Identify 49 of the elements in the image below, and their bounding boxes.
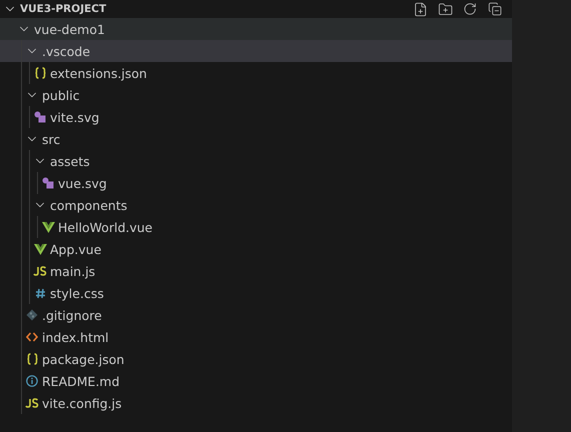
file-name: main.js (50, 264, 96, 278)
file-name: HelloWorld.vue (58, 220, 152, 234)
braces-icon (34, 67, 46, 79)
file-name: package.json (42, 352, 124, 366)
vue-icon (34, 244, 46, 254)
file-name: .gitignore (42, 308, 102, 322)
file-name: style.css (50, 286, 104, 300)
folder-name: assets (50, 154, 90, 168)
image-icon (42, 177, 54, 189)
file-name: vue.svg (58, 176, 107, 190)
file-row[interactable]: .gitignore (0, 304, 512, 326)
file-name: App.vue (50, 242, 102, 256)
file-row[interactable]: vite.svg (0, 106, 512, 128)
hash-icon (34, 288, 46, 298)
js-icon (33, 266, 47, 276)
file-row[interactable]: HelloWorld.vue (0, 216, 512, 238)
file-name: vite.svg (50, 110, 100, 124)
folder-name: .vscode (42, 44, 90, 58)
code-icon (26, 332, 38, 342)
folder-name: vue-demo1 (34, 22, 105, 36)
file-row[interactable]: README.md (0, 370, 512, 392)
folder-row[interactable]: src (0, 128, 512, 150)
info-icon (26, 375, 38, 387)
folder-row[interactable]: .vscode (0, 40, 512, 62)
file-name: vite.config.js (42, 396, 122, 410)
file-row[interactable]: style.css (0, 282, 512, 304)
folder-name: public (42, 88, 80, 102)
project-title: VUE3-PROJECT (20, 3, 108, 15)
folder-row[interactable]: vue-demo1 (0, 18, 512, 40)
file-row[interactable]: extensions.json (0, 62, 512, 84)
file-row[interactable]: index.html (0, 326, 512, 348)
folder-row[interactable]: components (0, 194, 512, 216)
file-name: index.html (42, 330, 109, 344)
file-row[interactable]: App.vue (0, 238, 512, 260)
js-icon (25, 398, 39, 408)
image-icon (34, 111, 46, 123)
file-name: README.md (42, 374, 120, 388)
file-row[interactable]: vite.config.js (0, 392, 512, 414)
folder-row[interactable]: public (0, 84, 512, 106)
diamond-icon (26, 309, 38, 321)
file-name: extensions.json (50, 66, 147, 80)
file-row[interactable]: main.js (0, 260, 512, 282)
folder-name: src (42, 132, 60, 146)
braces-icon (26, 353, 38, 365)
file-row[interactable]: package.json (0, 348, 512, 370)
folder-row[interactable]: assets (0, 150, 512, 172)
file-row[interactable]: vue.svg (0, 172, 512, 194)
folder-name: components (50, 198, 128, 212)
vue-icon (42, 222, 54, 232)
